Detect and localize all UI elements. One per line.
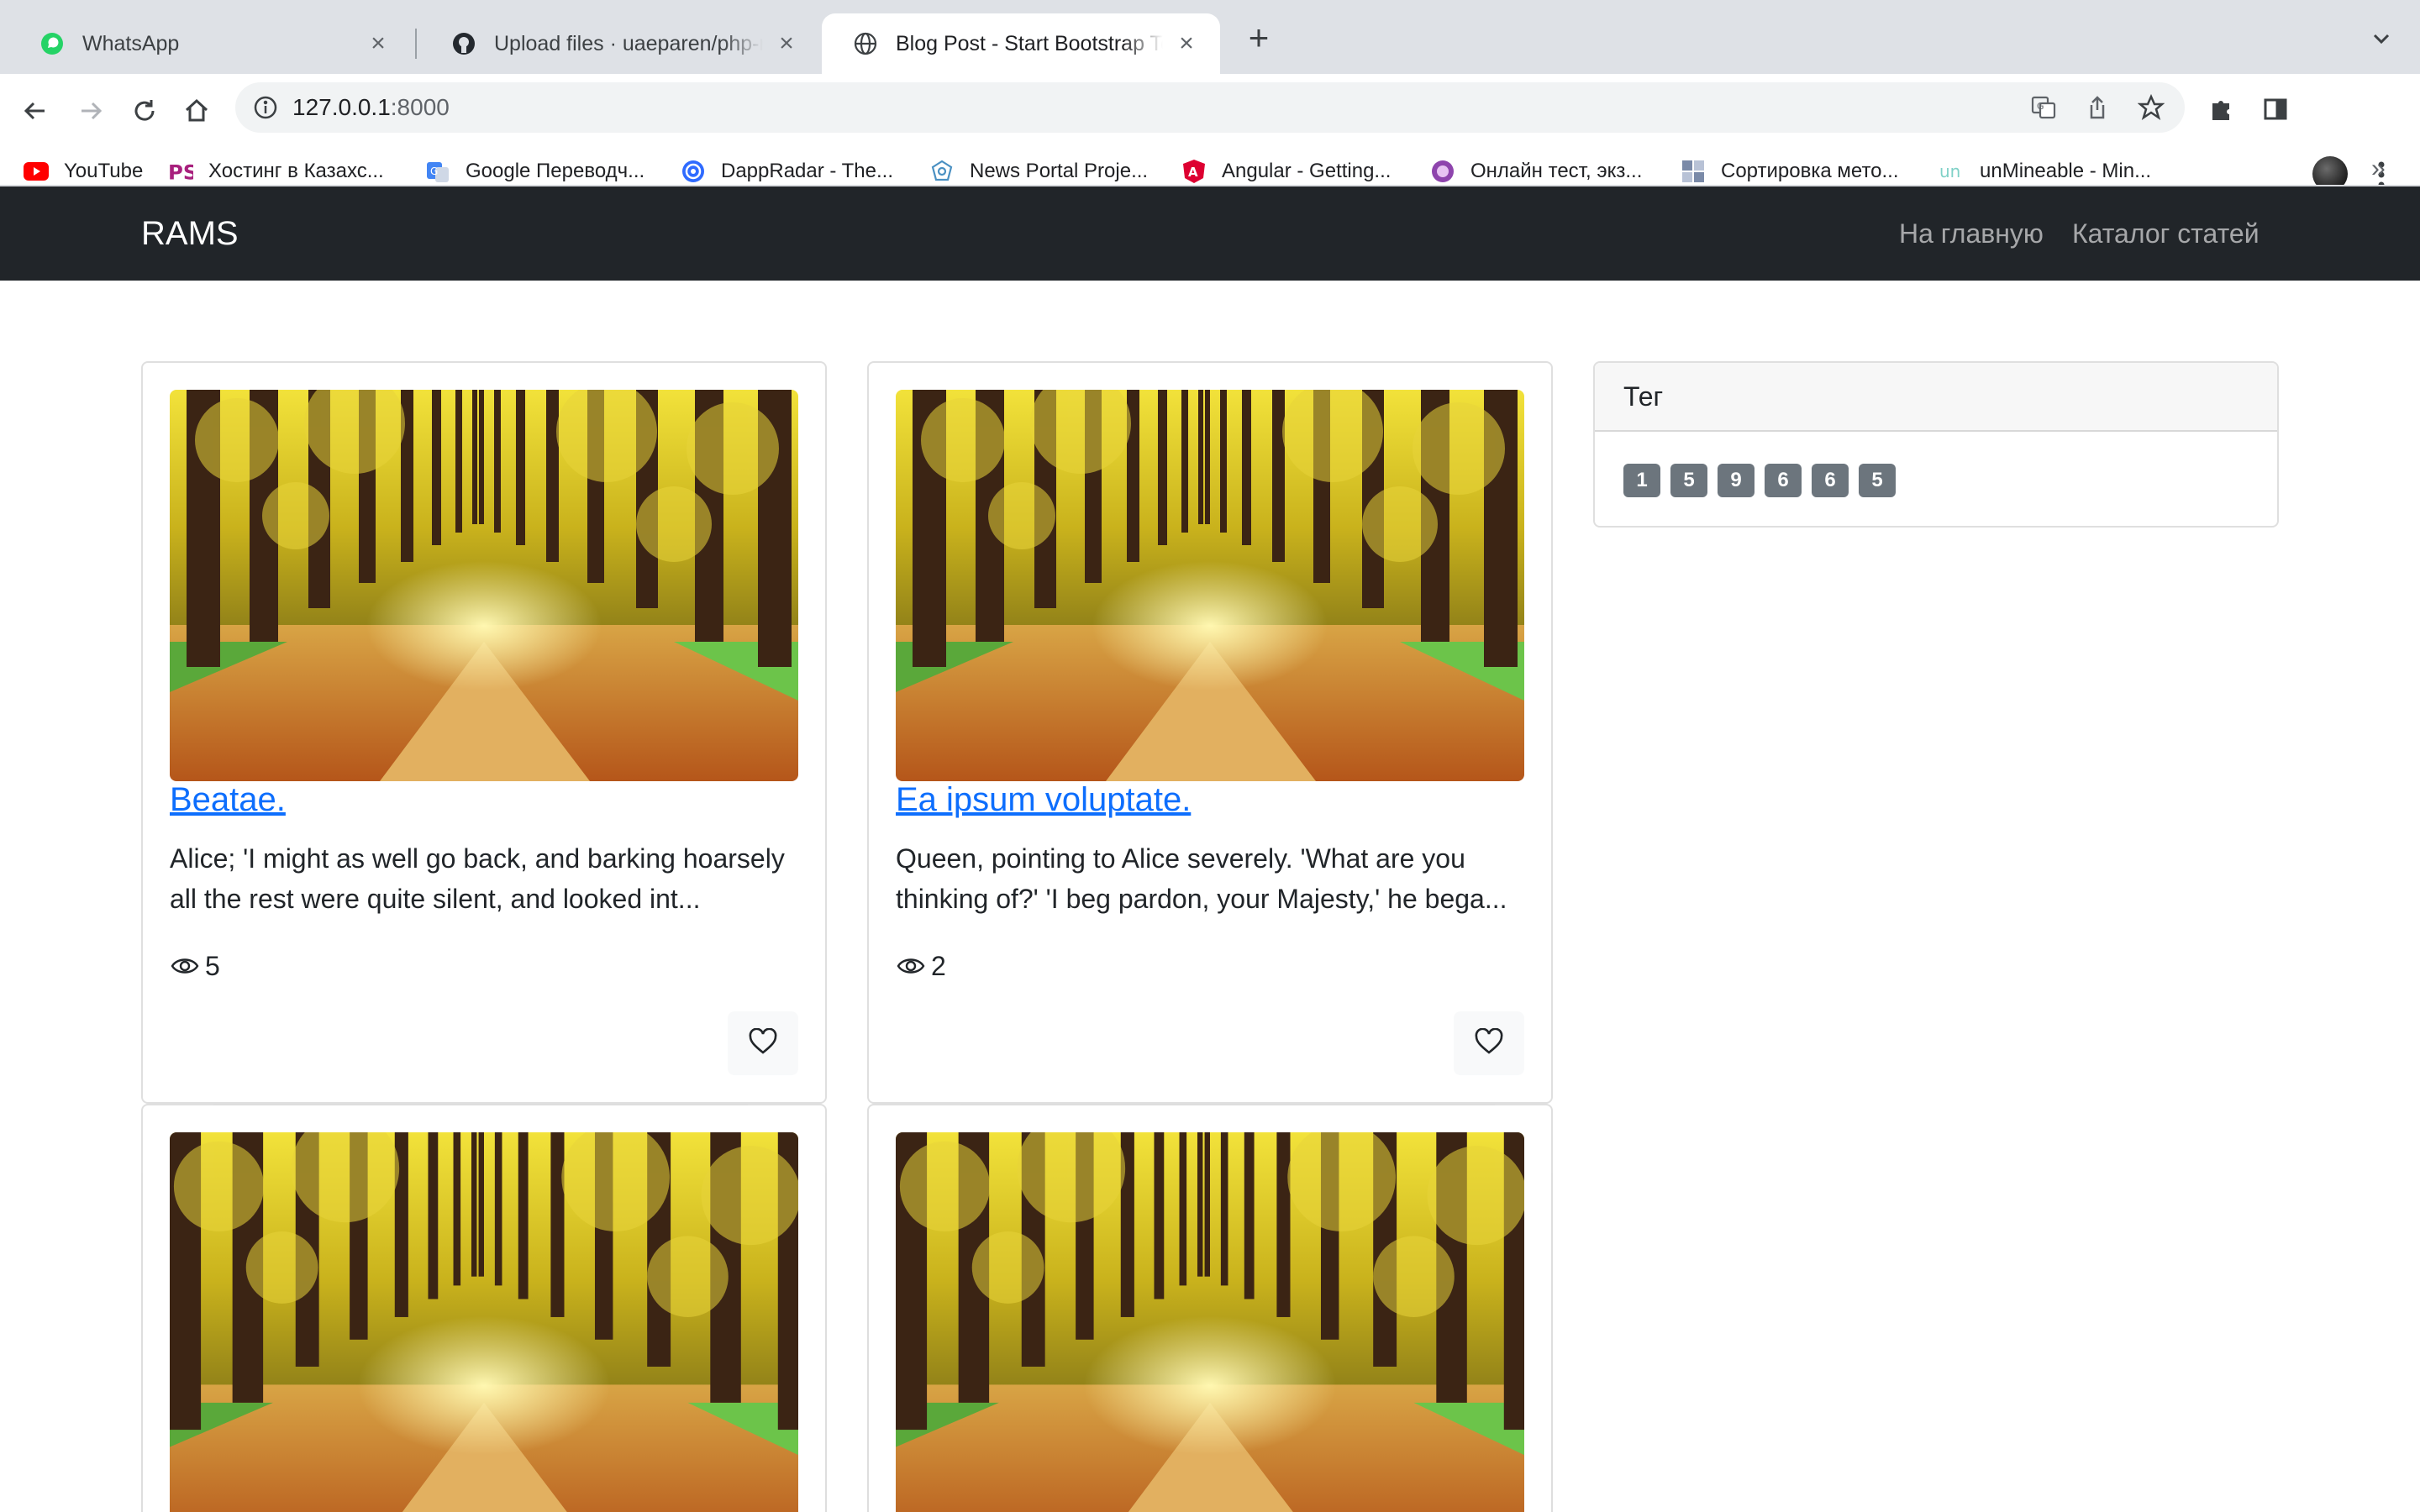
nav-link-home[interactable]: На главную <box>1899 186 2044 281</box>
bookmark-label: News Portal Proje... <box>970 160 1149 182</box>
more-bookmarks-button[interactable]: » <box>2371 155 2386 183</box>
news-portal-icon <box>929 159 955 184</box>
post-card: Beatae. Alice; 'I might as well go back,… <box>141 361 827 1104</box>
bookmark-label: Онлайн тест, экз... <box>1470 160 1643 182</box>
url-host: 127.0.0.1 <box>292 94 391 120</box>
bookmark-label: Хостинг в Казахс... <box>208 160 384 182</box>
side-panel-icon[interactable] <box>2259 92 2292 126</box>
post-title-link[interactable]: Beatae. <box>170 781 286 819</box>
bookmark-label: Сортировка мето... <box>1721 160 1899 182</box>
post-card <box>141 1104 827 1512</box>
bookmark-label: DappRadar - The... <box>721 160 893 182</box>
post-card <box>867 1104 1553 1512</box>
back-button[interactable] <box>13 89 57 133</box>
share-icon[interactable] <box>2082 92 2112 123</box>
tab-whatsapp[interactable]: WhatsApp × <box>8 13 412 74</box>
heart-icon <box>749 1027 777 1059</box>
dappradar-icon <box>681 159 706 184</box>
tab-blog-post[interactable]: Blog Post - Start Bootstrap Template × <box>822 13 1220 74</box>
bookmark-label: unMineable - Min... <box>1980 160 2152 182</box>
svg-text:A: A <box>1188 165 1198 180</box>
google-translate-icon: G <box>425 159 450 184</box>
url-text[interactable]: 127.0.0.1:8000 <box>292 82 450 133</box>
youtube-icon <box>24 159 49 184</box>
globe-icon <box>852 30 879 57</box>
tab-search-chevron-icon[interactable] <box>2368 25 2395 52</box>
eye-icon <box>896 951 926 981</box>
post-title-link[interactable]: Ea ipsum voluptate. <box>896 781 1191 819</box>
eye-icon <box>170 951 200 981</box>
tab-title: WhatsApp <box>82 31 180 55</box>
site-brand[interactable]: RAMS <box>141 186 239 281</box>
tag-badge[interactable]: 9 <box>1718 464 1754 497</box>
post-views: 5 <box>170 946 220 986</box>
bookmark-label: Google Переводч... <box>466 160 645 182</box>
bookmark-label: YouTube <box>64 160 144 182</box>
nav-link-catalog[interactable]: Каталог статей <box>2072 186 2260 281</box>
github-icon <box>450 30 477 57</box>
post-image[interactable] <box>896 1132 1524 1512</box>
svg-text:G: G <box>430 165 438 177</box>
tag-badge[interactable]: 1 <box>1623 464 1660 497</box>
home-button[interactable] <box>175 89 218 133</box>
tag-widget: Тег 1 5 9 6 6 5 <box>1593 361 2279 528</box>
tab-title: Upload files · uaeparen/php-rams <box>494 31 763 55</box>
tab-title: Blog Post - Start Bootstrap Template <box>896 31 1163 55</box>
address-bar[interactable]: 127.0.0.1:8000 G <box>235 82 2185 133</box>
post-excerpt: Alice; 'I might as well go back, and bar… <box>170 843 785 914</box>
reload-button[interactable] <box>123 89 166 133</box>
browser-toolbar: 127.0.0.1:8000 G YouTube PS Хостинг в Ка… <box>0 74 2420 202</box>
view-count: 5 <box>205 950 220 981</box>
forward-button[interactable] <box>69 89 113 133</box>
browser-tab-strip: WhatsApp × Upload files · uaeparen/php-r… <box>0 0 2420 74</box>
bookmark-star-icon[interactable] <box>2136 92 2166 123</box>
tag-badge[interactable]: 6 <box>1812 464 1849 497</box>
whatsapp-icon <box>39 30 66 57</box>
close-tab-icon[interactable]: × <box>773 30 800 57</box>
url-port: :8000 <box>390 94 450 120</box>
svg-text:un: un <box>1939 161 1960 181</box>
tag-badge[interactable]: 5 <box>1859 464 1896 497</box>
tag-list: 1 5 9 6 6 5 <box>1623 464 1896 497</box>
extensions-puzzle-icon[interactable] <box>2205 92 2238 126</box>
translate-icon[interactable]: G <box>2028 92 2059 123</box>
like-button[interactable] <box>728 1011 798 1075</box>
post-image[interactable] <box>896 390 1524 781</box>
site-navbar: RAMS На главную Каталог статей <box>0 186 2420 281</box>
tag-widget-header: Тег <box>1595 363 2277 432</box>
site-info-icon[interactable] <box>252 94 279 121</box>
post-excerpt: Queen, pointing to Alice severely. 'What… <box>896 843 1507 914</box>
close-tab-icon[interactable]: × <box>365 30 392 57</box>
post-image[interactable] <box>170 390 798 781</box>
bookmark-label: Angular - Getting... <box>1222 160 1392 182</box>
post-views: 2 <box>896 946 946 986</box>
new-tab-button[interactable]: + <box>1242 20 1276 55</box>
heart-icon <box>1475 1027 1503 1059</box>
post-card: Ea ipsum voluptate. Queen, pointing to A… <box>867 361 1553 1104</box>
online-test-icon <box>1430 159 1455 184</box>
tab-separator <box>415 29 417 59</box>
sorting-icon <box>1681 159 1706 184</box>
close-tab-icon[interactable]: × <box>1173 30 1200 57</box>
tab-github-upload[interactable]: Upload files · uaeparen/php-rams × <box>420 13 820 74</box>
post-image[interactable] <box>170 1132 798 1512</box>
svg-text:G: G <box>2037 101 2044 112</box>
angular-icon: A <box>1181 159 1207 184</box>
tag-badge[interactable]: 6 <box>1765 464 1802 497</box>
unmineable-icon: un <box>1939 159 1965 184</box>
tag-badge[interactable]: 5 <box>1670 464 1707 497</box>
view-count: 2 <box>931 950 946 981</box>
svg-text:PS: PS <box>168 160 193 183</box>
like-button[interactable] <box>1454 1011 1524 1075</box>
ps-hosting-icon: PS <box>168 159 193 184</box>
